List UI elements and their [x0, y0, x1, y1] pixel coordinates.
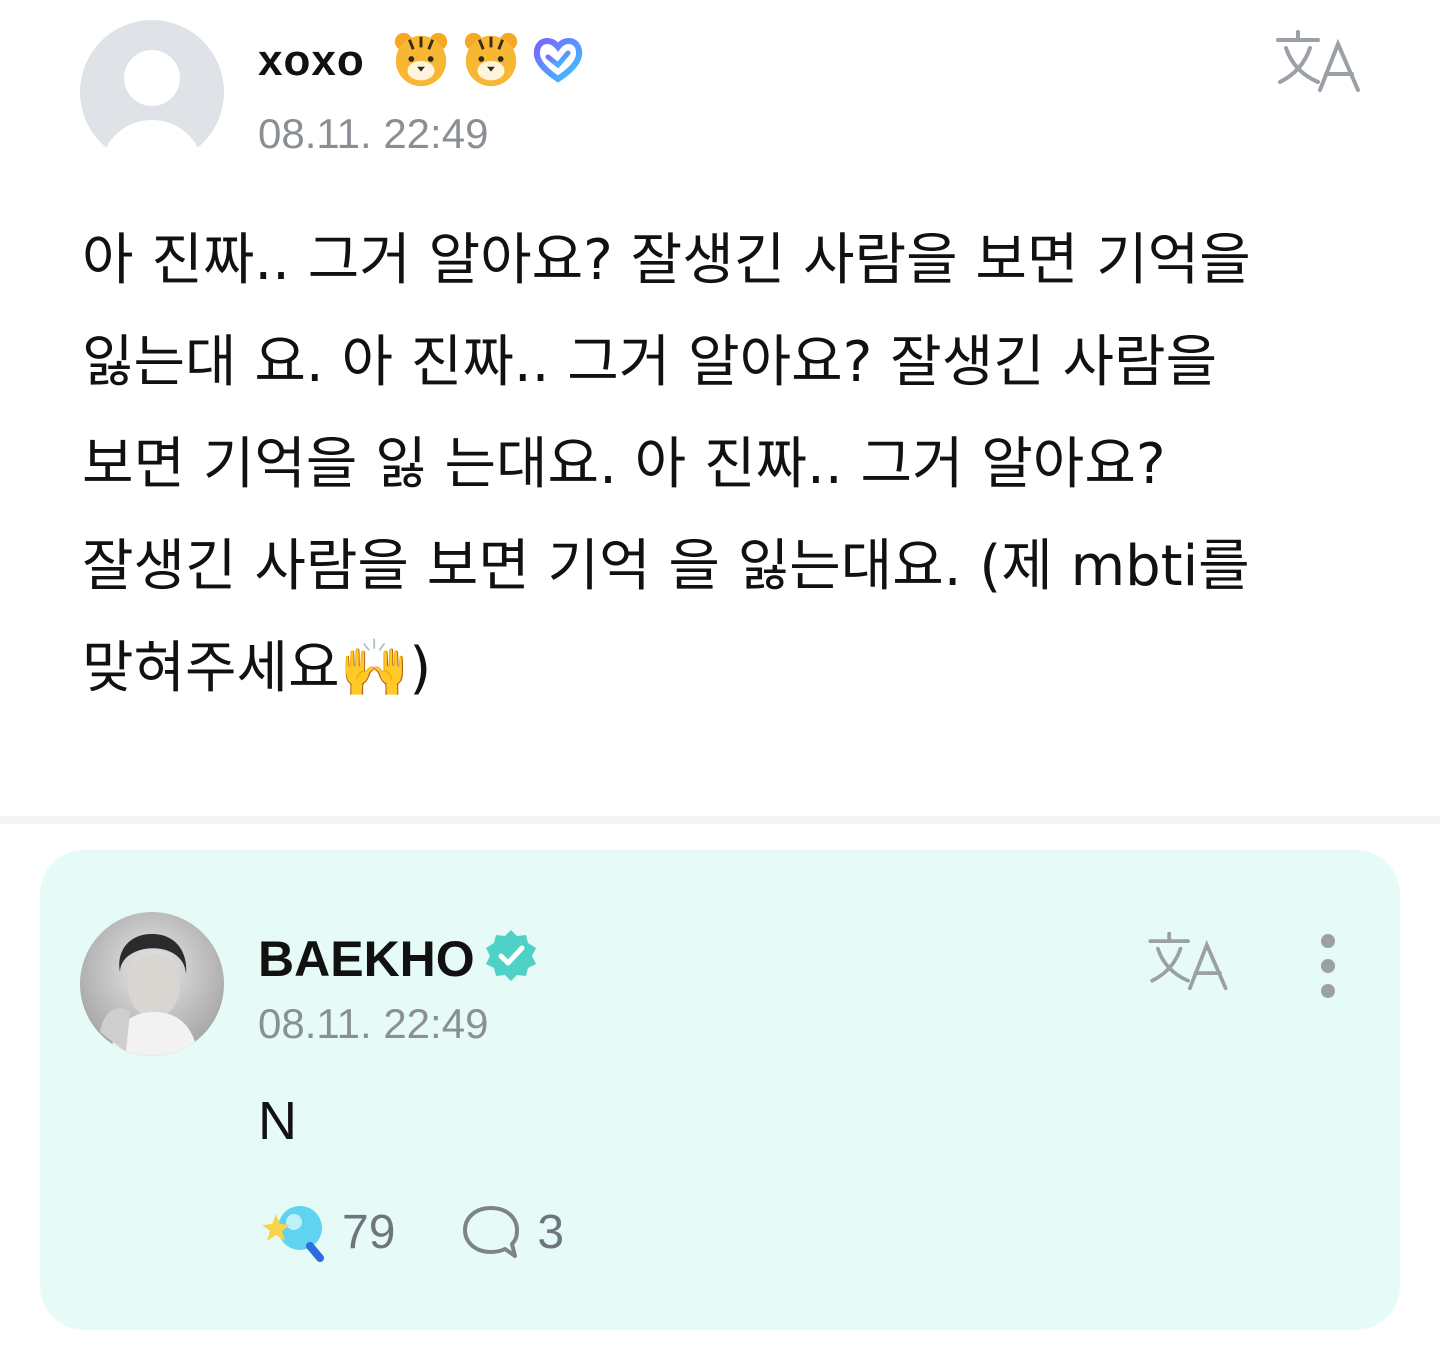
post-body: 아 진짜.. 그거 알아요? 잘생긴 사람을 보면 기억을 잃는대 요. 아 진… — [82, 228, 1251, 701]
tiger-face-icon — [464, 32, 518, 87]
translate-icon[interactable] — [1274, 26, 1362, 94]
author-badges — [390, 28, 586, 90]
lightstick-icon — [262, 1206, 324, 1262]
reply-timestamp: 08.11. 22:49 — [258, 1000, 489, 1047]
like-button[interactable]: 79 — [258, 1200, 395, 1264]
reply-body: N — [258, 1091, 297, 1151]
tiger-face-icon — [394, 32, 448, 87]
comment-count: 3 — [537, 1205, 565, 1259]
artist-reply-card[interactable]: BAEKHO 08.11. 22:49 N 79 3 — [40, 850, 1400, 1330]
like-count: 79 — [342, 1205, 396, 1259]
post-author-name[interactable]: xoxo — [258, 36, 365, 86]
more-options-icon[interactable] — [1316, 934, 1340, 998]
verified-badge-icon — [486, 930, 536, 981]
default-avatar[interactable] — [80, 20, 224, 164]
heart-membership-icon — [533, 38, 583, 83]
artist-avatar[interactable] — [80, 912, 224, 1056]
post-timestamp: 08.11. 22:49 — [258, 110, 489, 157]
translate-icon[interactable] — [1146, 928, 1230, 992]
artist-name[interactable]: BAEKHO — [258, 930, 475, 988]
reaction-bar: 79 3 — [258, 1200, 564, 1264]
section-divider — [0, 816, 1440, 824]
comment-bubble-icon — [463, 1206, 520, 1258]
fan-post: xoxo 08.11. 22:49 아 진짜.. 그거 알아요? 잘생긴 사람을… — [0, 0, 1440, 800]
comment-button[interactable]: 3 — [459, 1202, 564, 1262]
